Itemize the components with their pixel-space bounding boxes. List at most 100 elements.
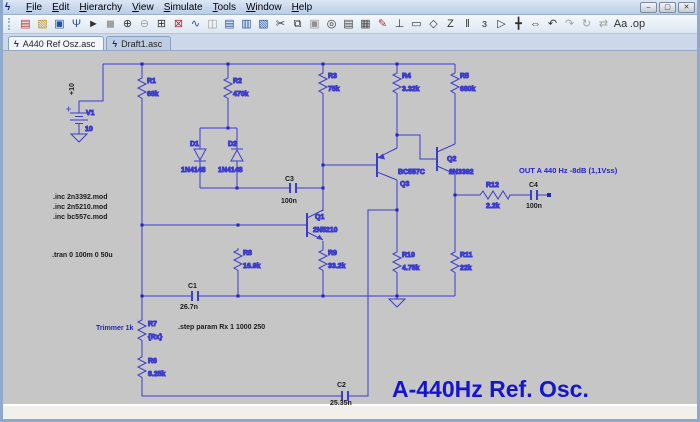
output-port[interactable] bbox=[547, 193, 551, 197]
sheet-title[interactable]: A-440Hz Ref. Osc. bbox=[392, 376, 589, 402]
control-panel-icon[interactable]: Ψ bbox=[68, 16, 85, 32]
schematic-tab[interactable]: ϟ Draft1.asc bbox=[106, 36, 172, 50]
menu-item[interactable]: File bbox=[21, 1, 47, 14]
ltspice-tab-icon: ϟ bbox=[14, 38, 19, 49]
menu-item[interactable]: Simulate bbox=[159, 1, 208, 14]
capacitor-icon[interactable]: ‖ bbox=[459, 16, 476, 32]
transistor-Q3[interactable]: BC557C Q3 bbox=[376, 147, 425, 189]
close-button[interactable]: ✕ bbox=[678, 1, 695, 13]
capacitor-C3[interactable]: C3 100n bbox=[281, 176, 297, 205]
zoom-out-icon[interactable]: ⊖ bbox=[136, 16, 153, 32]
redo-icon[interactable]: ↷ bbox=[561, 16, 578, 32]
component-name: V1 bbox=[86, 110, 95, 117]
voltage-source-V1[interactable]: V1 10 bbox=[66, 106, 95, 135]
svg-text:C3: C3 bbox=[285, 176, 294, 183]
wire-icon[interactable]: ✎ bbox=[374, 16, 391, 32]
resistor-R3[interactable]: R3 75k bbox=[317, 71, 340, 96]
copy-icon[interactable]: ⧉ bbox=[289, 16, 306, 32]
resistor-R9[interactable]: R9 33.2k bbox=[317, 248, 346, 296]
directive-step[interactable]: .step param Rx 1 1000 250 bbox=[178, 324, 265, 331]
svg-text:R1: R1 bbox=[147, 78, 156, 85]
menu-item[interactable]: Hierarchy bbox=[74, 1, 127, 14]
text-icon[interactable]: Aa bbox=[612, 16, 629, 32]
toolbar-icons: ▤ ▧ ▣ Ψ ► ◼ ⊕ ⊖ ⊞ ⊠ ∿ ◫ ▤ ▥ ▧ ✂ ⧉ ▣ ◎ ▤ ▦ ✎ ⊥ ▭ ◇ Z ‖ ɜ ▷ ╋ ⇔ ↶ ↷ ↻ ⇄ Aa .op bbox=[17, 16, 646, 32]
save-icon[interactable]: ▣ bbox=[51, 16, 68, 32]
resistor-icon[interactable]: Z bbox=[442, 16, 459, 32]
run-icon[interactable]: ► bbox=[85, 16, 102, 32]
directive-inc3[interactable]: .inc bc557c.mod bbox=[53, 214, 107, 221]
waveform-icon[interactable]: ∿ bbox=[187, 16, 204, 32]
directive-inc1[interactable]: .inc 2n3392.mod bbox=[53, 194, 107, 201]
mirror-icon[interactable]: ⇄ bbox=[595, 16, 612, 32]
resistor-R2[interactable]: R2 470k bbox=[222, 76, 249, 101]
ltspice-window: ϟ File Edit Hierarchy View Simulate Tools Wind… bbox=[0, 0, 700, 422]
resistor-R11[interactable]: R11 22k bbox=[449, 250, 473, 275]
net-label-plus10[interactable]: +10 bbox=[69, 83, 76, 95]
minimize-button[interactable]: – bbox=[640, 1, 657, 13]
directive-inc2[interactable]: .inc 2n5210.mod bbox=[53, 204, 107, 211]
title-bar: ϟ File Edit Hierarchy View Simulate Tools Wind… bbox=[3, 0, 697, 15]
find-icon[interactable]: ◎ bbox=[323, 16, 340, 32]
port-icon[interactable]: ◇ bbox=[425, 16, 442, 32]
zoom-in-icon[interactable]: ⊕ bbox=[119, 16, 136, 32]
inductor-icon[interactable]: ɜ bbox=[476, 16, 493, 32]
svg-text:2N3392: 2N3392 bbox=[449, 169, 474, 176]
cut-icon[interactable]: ✂ bbox=[272, 16, 289, 32]
svg-text:100n: 100n bbox=[526, 203, 542, 210]
transistor-Q1[interactable]: Q1 2N5210 bbox=[306, 209, 338, 241]
transistor-Q2[interactable]: Q2 2N3392 bbox=[436, 143, 474, 177]
spice-directive-icon[interactable]: .op bbox=[629, 16, 646, 32]
rotate-icon[interactable]: ↻ bbox=[578, 16, 595, 32]
resistor-R4[interactable]: R4 3.32k bbox=[391, 71, 420, 96]
paste-icon[interactable]: ▣ bbox=[306, 16, 323, 32]
label-icon[interactable]: ▭ bbox=[408, 16, 425, 32]
schematic[interactable]: V1 10 +10 R1 68k R2 470k R3 75k R4 3.32k… bbox=[3, 51, 697, 408]
comment-output[interactable]: OUT A 440 Hz -8dB (1,1Vss) bbox=[519, 166, 618, 175]
menu-item[interactable]: Window bbox=[241, 1, 287, 14]
resistor-R1[interactable]: R1 68k bbox=[136, 76, 159, 101]
print-icon[interactable]: ▦ bbox=[357, 16, 374, 32]
svg-text:68k: 68k bbox=[147, 91, 159, 98]
menu-item[interactable]: Help bbox=[287, 1, 318, 14]
svg-text:2.2k: 2.2k bbox=[486, 203, 500, 210]
restore-button[interactable]: ▢ bbox=[659, 1, 676, 13]
svg-text:D1: D1 bbox=[190, 141, 199, 148]
diode-icon[interactable]: ▷ bbox=[493, 16, 510, 32]
resistor-R6[interactable]: R6 8.25k bbox=[136, 355, 166, 380]
undo-icon[interactable]: ↶ bbox=[544, 16, 561, 32]
print-preview-icon[interactable]: ▤ bbox=[340, 16, 357, 32]
capacitor-C4[interactable]: C4 100n bbox=[526, 182, 542, 210]
ground-icon[interactable]: ⊥ bbox=[391, 16, 408, 32]
new-schematic-icon[interactable]: ▤ bbox=[17, 16, 34, 32]
schematic-canvas[interactable]: V1 10 +10 R1 68k R2 470k R3 75k R4 3.32k… bbox=[3, 51, 697, 407]
resistor-R5[interactable]: R5 680k bbox=[449, 71, 476, 96]
halt-icon[interactable]: ◼ bbox=[102, 16, 119, 32]
cascade-icon[interactable]: ▧ bbox=[255, 16, 272, 32]
capacitor-C2[interactable]: C2 25.35n bbox=[330, 382, 352, 407]
menu-item[interactable]: Tools bbox=[208, 1, 241, 14]
zoom-area-icon[interactable]: ⊞ bbox=[153, 16, 170, 32]
drag-icon[interactable]: ⇔ bbox=[527, 16, 544, 32]
zoom-full-icon[interactable]: ⊠ bbox=[170, 16, 187, 32]
open-icon[interactable]: ▧ bbox=[34, 16, 51, 32]
move-icon[interactable]: ╋ bbox=[510, 16, 527, 32]
diode-D2[interactable]: D2 1N4148 bbox=[218, 141, 244, 175]
schematic-tab[interactable]: ϟ A440 Ref Osz.asc bbox=[8, 36, 105, 50]
menu-item[interactable]: View bbox=[127, 1, 159, 14]
toolbar-grip bbox=[8, 18, 13, 30]
svg-text:R2: R2 bbox=[233, 78, 242, 85]
resistor-R7[interactable]: R7 {Rx} bbox=[136, 318, 163, 343]
directive-tran[interactable]: .tran 0 100m 0 50u bbox=[52, 252, 113, 259]
comment-trimmer[interactable]: Trimmer 1k bbox=[96, 325, 133, 332]
capacitor-C1[interactable]: C1 26.7n bbox=[180, 283, 199, 311]
resistor-R12[interactable]: R12 2.2k bbox=[478, 182, 512, 211]
settings-icon[interactable]: ◫ bbox=[204, 16, 221, 32]
resistor-R10[interactable]: R10 4.75k bbox=[391, 250, 420, 275]
diode-D1[interactable]: D1 1N4148 bbox=[181, 141, 207, 175]
resistor-R8[interactable]: R8 16.9k bbox=[232, 248, 261, 296]
menu-item[interactable]: Edit bbox=[47, 1, 74, 14]
ground-symbol-rail[interactable] bbox=[387, 298, 407, 308]
tile-vertical-icon[interactable]: ▥ bbox=[238, 16, 255, 32]
tile-horizontal-icon[interactable]: ▤ bbox=[221, 16, 238, 32]
ground-symbol-v1[interactable] bbox=[69, 133, 89, 143]
